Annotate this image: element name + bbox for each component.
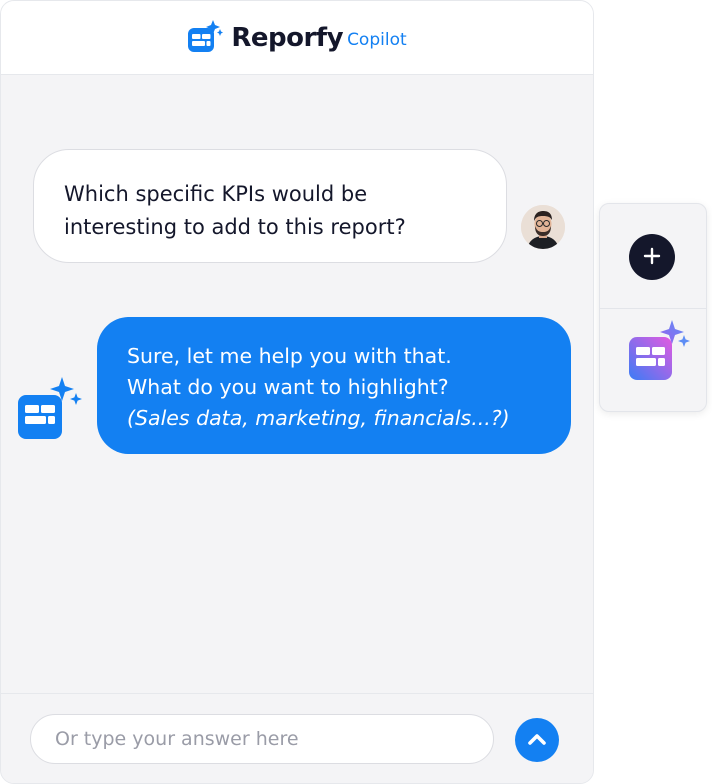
bot-message-examples: (Sales data, marketing, financials...?): [127, 406, 510, 430]
bot-message-line: What do you want to highlight?: [127, 375, 449, 399]
chevron-up-icon: [527, 732, 547, 749]
add-button[interactable]: [629, 234, 675, 280]
chat-header: Reporfy Copilot: [1, 1, 593, 75]
side-panel: [599, 203, 707, 412]
copilot-launch-button[interactable]: [626, 320, 692, 386]
chat-window: Reporfy Copilot Which specific KPIs woul…: [0, 0, 594, 784]
send-button[interactable]: [515, 718, 559, 762]
bot-message-line: Sure, let me help you with that.: [127, 344, 452, 368]
brand-subtitle: Copilot: [347, 29, 407, 50]
reporfy-logo-icon: [187, 19, 224, 56]
copilot-gradient-icon: [626, 320, 692, 390]
answer-input[interactable]: [30, 714, 494, 764]
user-message-bubble: Which specific KPIs would be interesting…: [33, 149, 507, 263]
user-avatar: [521, 205, 565, 249]
message-composer: [1, 693, 593, 783]
plus-icon: [642, 246, 662, 269]
side-divider: [600, 308, 706, 309]
brand-name: Reporfy: [231, 22, 344, 53]
user-message-text: Which specific KPIs would be interesting…: [64, 182, 406, 239]
copilot-bot-icon: [17, 375, 85, 443]
bot-message-bubble: Sure, let me help you with that. What do…: [97, 317, 571, 454]
